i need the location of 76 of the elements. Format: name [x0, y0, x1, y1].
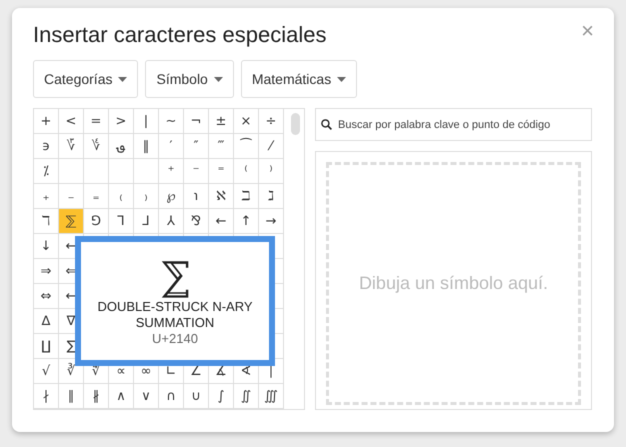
symbol-cell[interactable]: ⁾ [259, 159, 284, 184]
symbol-cell[interactable]: ⁒ [34, 159, 59, 184]
symbol-cell[interactable]: ∤ [34, 384, 59, 409]
symbol-cell[interactable]: ∪ [184, 384, 209, 409]
symbol-code: U+2140 [152, 331, 198, 347]
symbol-cell[interactable]: ؈ [109, 134, 134, 159]
search-field[interactable]: Buscar por palabra clave o punto de código [315, 108, 592, 141]
symbol-cell[interactable]: ↑ [234, 209, 259, 234]
symbol-cell[interactable]: ‴ [209, 134, 234, 159]
symbol-cell[interactable]: ⅋ [184, 209, 209, 234]
drawing-hint: Dibuja un símbolo aquí. [358, 273, 548, 294]
symbol-cell[interactable]: ⅃ [134, 209, 159, 234]
symbol-cell[interactable]: × [234, 109, 259, 134]
symbol-cell[interactable]: ₍ [109, 184, 134, 209]
preview-glyph: ⅀ [160, 255, 190, 299]
symbol-cell[interactable]: ₎ [134, 184, 159, 209]
symbol-cell[interactable]: ∼ [159, 109, 184, 134]
symbol-cell[interactable]: ℶ [234, 184, 259, 209]
symbol-cell[interactable]: ؇ [84, 134, 109, 159]
symbol-cell[interactable]: ₋ [59, 184, 84, 209]
symbol-cell[interactable]: ℩ [184, 184, 209, 209]
symbol-cell[interactable]: ⁺ [159, 159, 184, 184]
symbol-cell[interactable]: ⁄ [259, 134, 284, 159]
symbol-cell[interactable]: → [259, 209, 284, 234]
symbol-cell[interactable]: ⅄ [159, 209, 184, 234]
symbol-cell[interactable]: ± [209, 109, 234, 134]
symbol-name: DOUBLE-STRUCK N-ARY SUMMATION [96, 299, 254, 331]
symbol-cell[interactable]: ℸ [34, 209, 59, 234]
symbol-cell[interactable]: ⁻ [184, 159, 209, 184]
caret-icon [337, 76, 346, 82]
symbol-cell[interactable]: ÷ [259, 109, 284, 134]
caret-icon [214, 76, 223, 82]
symbol-cell[interactable]: ∥ [59, 384, 84, 409]
symbol-cell[interactable]: ⁼ [209, 159, 234, 184]
symbol-cell[interactable]: ⇔ [34, 284, 59, 309]
symbol-cell[interactable]: ₌ [84, 184, 109, 209]
symbol-cell[interactable]: ⅀ [59, 209, 84, 234]
symbol-cell[interactable]: ↓ [34, 234, 59, 259]
category-dropdown[interactable]: Matemáticas [240, 60, 358, 98]
symbol-cell[interactable]: ∬ [234, 384, 259, 409]
symbol-cell[interactable]: ⇒ [34, 259, 59, 284]
caret-icon [118, 76, 128, 82]
category-dropdown[interactable]: Categorías [33, 60, 138, 98]
dialog-title: Insertar caracteres especiales [33, 22, 326, 48]
symbol-cell[interactable]: ← [209, 209, 234, 234]
symbol-cell[interactable]: | [134, 109, 159, 134]
symbol-cell[interactable]: ∆ [34, 309, 59, 334]
symbol-cell[interactable]: ∧ [109, 384, 134, 409]
symbol-cell[interactable]: ℵ [209, 184, 234, 209]
scrollbar-thumb[interactable] [291, 113, 300, 135]
symbol-cell[interactable]: ¬ [184, 109, 209, 134]
symbol-cell[interactable]: > [109, 109, 134, 134]
symbol-cell[interactable]: ∦ [84, 384, 109, 409]
symbol-cell[interactable]: ؆ [59, 134, 84, 159]
symbol-cell[interactable]: ⁽ [234, 159, 259, 184]
symbol-cell[interactable]: ℷ [259, 184, 284, 209]
symbol-cell[interactable]: ⁀ [234, 134, 259, 159]
symbol-cell[interactable]: ∨ [134, 384, 159, 409]
symbol-cell[interactable]: + [34, 109, 59, 134]
symbol-cell[interactable]: √ [34, 359, 59, 384]
symbol-cell[interactable]: ∫ [209, 384, 234, 409]
symbol-cell[interactable]: ∐ [34, 334, 59, 359]
symbol-cell[interactable]: ‖ [134, 134, 159, 159]
symbol-cell[interactable]: ϶ [34, 134, 59, 159]
category-dropdown[interactable]: Símbolo [145, 60, 234, 98]
symbol-cell[interactable]: ⅁ [84, 209, 109, 234]
symbol-cell[interactable]: ⅂ [109, 209, 134, 234]
symbol-cell[interactable]: = [84, 109, 109, 134]
symbol-cell[interactable]: ℘ [159, 184, 184, 209]
symbol-cell[interactable]: ∩ [159, 384, 184, 409]
symbol-cell[interactable]: ″ [184, 134, 209, 159]
symbol-cell[interactable]: ∭ [259, 384, 284, 409]
symbol-cell[interactable]: < [59, 109, 84, 134]
symbol-cell[interactable]: ′ [159, 134, 184, 159]
search-icon [320, 118, 333, 131]
symbol-cell[interactable]: ₊ [34, 184, 59, 209]
